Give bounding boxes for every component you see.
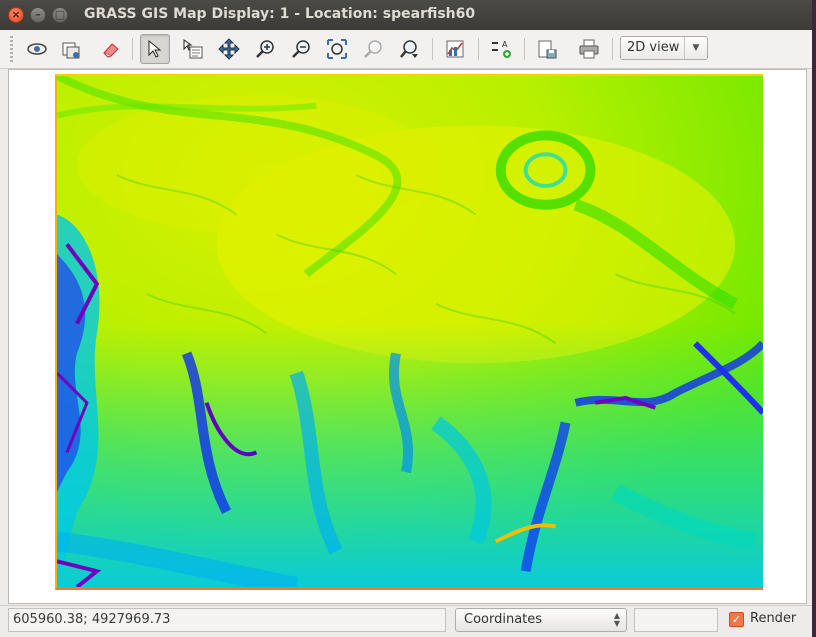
status-mode-select[interactable]: Coordinates ▲ ▼ [455,608,627,632]
pan-button[interactable] [214,34,244,64]
save-image-button[interactable] [532,34,562,64]
print-icon [579,39,599,59]
svg-text:A: A [502,40,508,49]
raster-image [57,76,763,587]
view-mode-select[interactable]: 2D view ▼ [620,36,708,60]
window-title: GRASS GIS Map Display: 1 - Location: spe… [84,6,476,22]
render-checkbox[interactable]: ✓ [729,612,744,627]
overlay-icon: A [492,40,511,58]
map-canvas[interactable] [8,69,807,604]
print-button[interactable] [574,34,604,64]
status-mode-value: Coordinates [464,612,543,627]
analyze-icon [446,40,464,58]
status-bar: 605960.38; 4927969.73 Coordinates ▲ ▼ ✓ R… [0,605,812,637]
zoom-back-button[interactable] [358,34,388,64]
maximize-window-button[interactable]: □ [52,7,68,23]
display-map-button[interactable] [22,34,52,64]
toolbar-separator [478,38,479,60]
status-info-field [634,608,718,632]
chevron-down-icon: ▼ [684,37,707,59]
spin-arrows-icon: ▲ ▼ [613,611,620,628]
zoom-in-button[interactable] [250,34,280,64]
toolbar-separator [612,38,613,60]
zoom-menu-icon [400,40,418,58]
close-icon: × [11,8,21,21]
minimize-icon: – [35,8,41,21]
maximize-icon: □ [54,8,66,21]
toolbar-separator [432,38,433,60]
erase-display-button[interactable] [96,34,126,64]
coordinates-display: 605960.38; 4927969.73 [8,608,446,632]
toolbar-separator [524,38,525,60]
map-display-window: × – □ GRASS GIS Map Display: 1 - Locatio… [0,0,812,637]
zoom-extent-icon [327,39,347,59]
zoom-back-icon [364,40,382,58]
erase-display-icon [103,43,119,58]
overlay-button[interactable]: A [486,34,516,64]
render-map-icon [62,42,80,59]
zoom-extent-button[interactable] [322,34,352,64]
toolbar-grip[interactable] [10,36,13,62]
minimize-window-button[interactable]: – [30,7,46,23]
query-raster-icon [183,39,203,59]
display-map-icon [27,43,47,55]
toolbar-separator [132,38,133,60]
map-toolbar: A 2D view ▼ [0,30,812,69]
zoom-menu-button[interactable] [394,34,424,64]
zoom-in-icon [256,40,274,58]
zoom-out-icon [292,40,310,58]
render-map-button[interactable] [56,34,86,64]
query-raster-button[interactable] [178,34,208,64]
pan-icon [218,38,240,60]
save-image-icon [538,40,557,59]
title-bar[interactable]: × – □ GRASS GIS Map Display: 1 - Locatio… [0,0,812,30]
zoom-out-button[interactable] [286,34,316,64]
render-toggle[interactable]: ✓ Render [726,608,808,632]
pointer-icon [148,39,162,58]
close-window-button[interactable]: × [8,7,24,23]
desktop-background [812,0,816,637]
render-label: Render [750,611,797,626]
slope-raster-map[interactable] [55,74,763,590]
view-mode-value: 2D view [627,40,680,55]
analyze-button[interactable] [440,34,470,64]
pointer-button[interactable] [140,34,170,64]
